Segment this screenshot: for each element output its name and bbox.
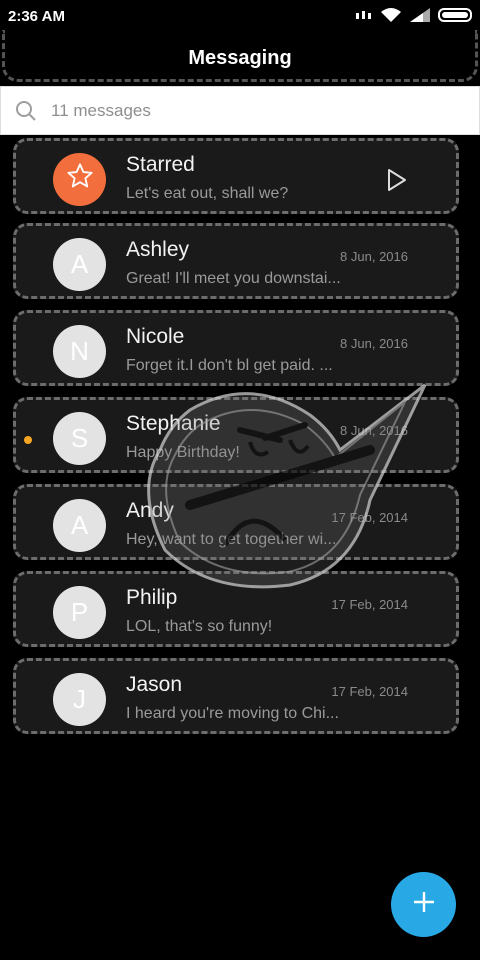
conversation-row[interactable]: S Stephanie Happy Birthday! 8 Jun, 2016 [13, 397, 459, 473]
status-bar: 2:36 AM [0, 0, 480, 34]
conversation-row[interactable]: J Jason I heard you're moving to Chi... … [13, 658, 459, 734]
battery-icon [438, 7, 474, 27]
avatar: J [53, 673, 106, 726]
contact-name: Nicole [126, 325, 185, 348]
conversation-row[interactable]: P Philip LOL, that's so funny! 17 Feb, 2… [13, 571, 459, 647]
avatar [53, 153, 106, 206]
avatar: S [53, 412, 106, 465]
message-preview: Let's eat out, shall we? [126, 185, 289, 202]
avatar: A [53, 238, 106, 291]
plus-icon [412, 890, 436, 919]
message-date: 8 Jun, 2016 [340, 336, 408, 351]
message-preview: Hey, want to get together wi... [126, 531, 337, 548]
unread-indicator [24, 436, 32, 444]
cellular-icon [410, 7, 430, 27]
message-date: 17 Feb, 2014 [331, 684, 408, 699]
message-preview: I heard you're moving to Chi... [126, 705, 339, 722]
contact-name: Ashley [126, 238, 190, 261]
page-title: Messaging [188, 47, 292, 69]
contact-name: Jason [126, 673, 183, 696]
play-icon[interactable] [386, 167, 408, 193]
star-icon [66, 162, 94, 197]
app-header: Messaging [2, 30, 478, 82]
search-icon [15, 100, 37, 122]
message-date: 17 Feb, 2014 [331, 597, 408, 612]
status-icons [356, 6, 474, 28]
contact-name: Andy [126, 499, 174, 522]
message-preview: Great! I'll meet you downstai... [126, 270, 341, 287]
conversation-row[interactable]: A Ashley Great! I'll meet you downstai..… [13, 223, 459, 299]
avatar: A [53, 499, 106, 552]
message-date: 17 Feb, 2014 [331, 510, 408, 525]
conversation-row[interactable]: N Nicole Forget it.I don't bl get paid. … [13, 310, 459, 386]
contact-name: Starred [126, 153, 195, 176]
search-input[interactable]: 11 messages [51, 101, 151, 121]
message-preview: Forget it.I don't bl get paid. ... [126, 357, 333, 374]
message-date: 8 Jun, 2016 [340, 423, 408, 438]
conversation-row[interactable]: A Andy Hey, want to get together wi... 1… [13, 484, 459, 560]
contact-name: Stephanie [126, 412, 221, 435]
message-date: 8 Jun, 2016 [340, 249, 408, 264]
search-bar[interactable]: 11 messages [0, 86, 480, 135]
message-preview: LOL, that's so funny! [126, 618, 273, 635]
signal-icon [356, 8, 372, 26]
conversation-row-starred[interactable]: Starred Let's eat out, shall we? [13, 138, 459, 214]
wifi-icon [380, 7, 402, 28]
message-preview: Happy Birthday! [126, 444, 240, 461]
avatar: P [53, 586, 106, 639]
compose-button[interactable] [391, 872, 456, 937]
contact-name: Philip [126, 586, 178, 609]
status-time: 2:36 AM [8, 8, 65, 25]
avatar: N [53, 325, 106, 378]
